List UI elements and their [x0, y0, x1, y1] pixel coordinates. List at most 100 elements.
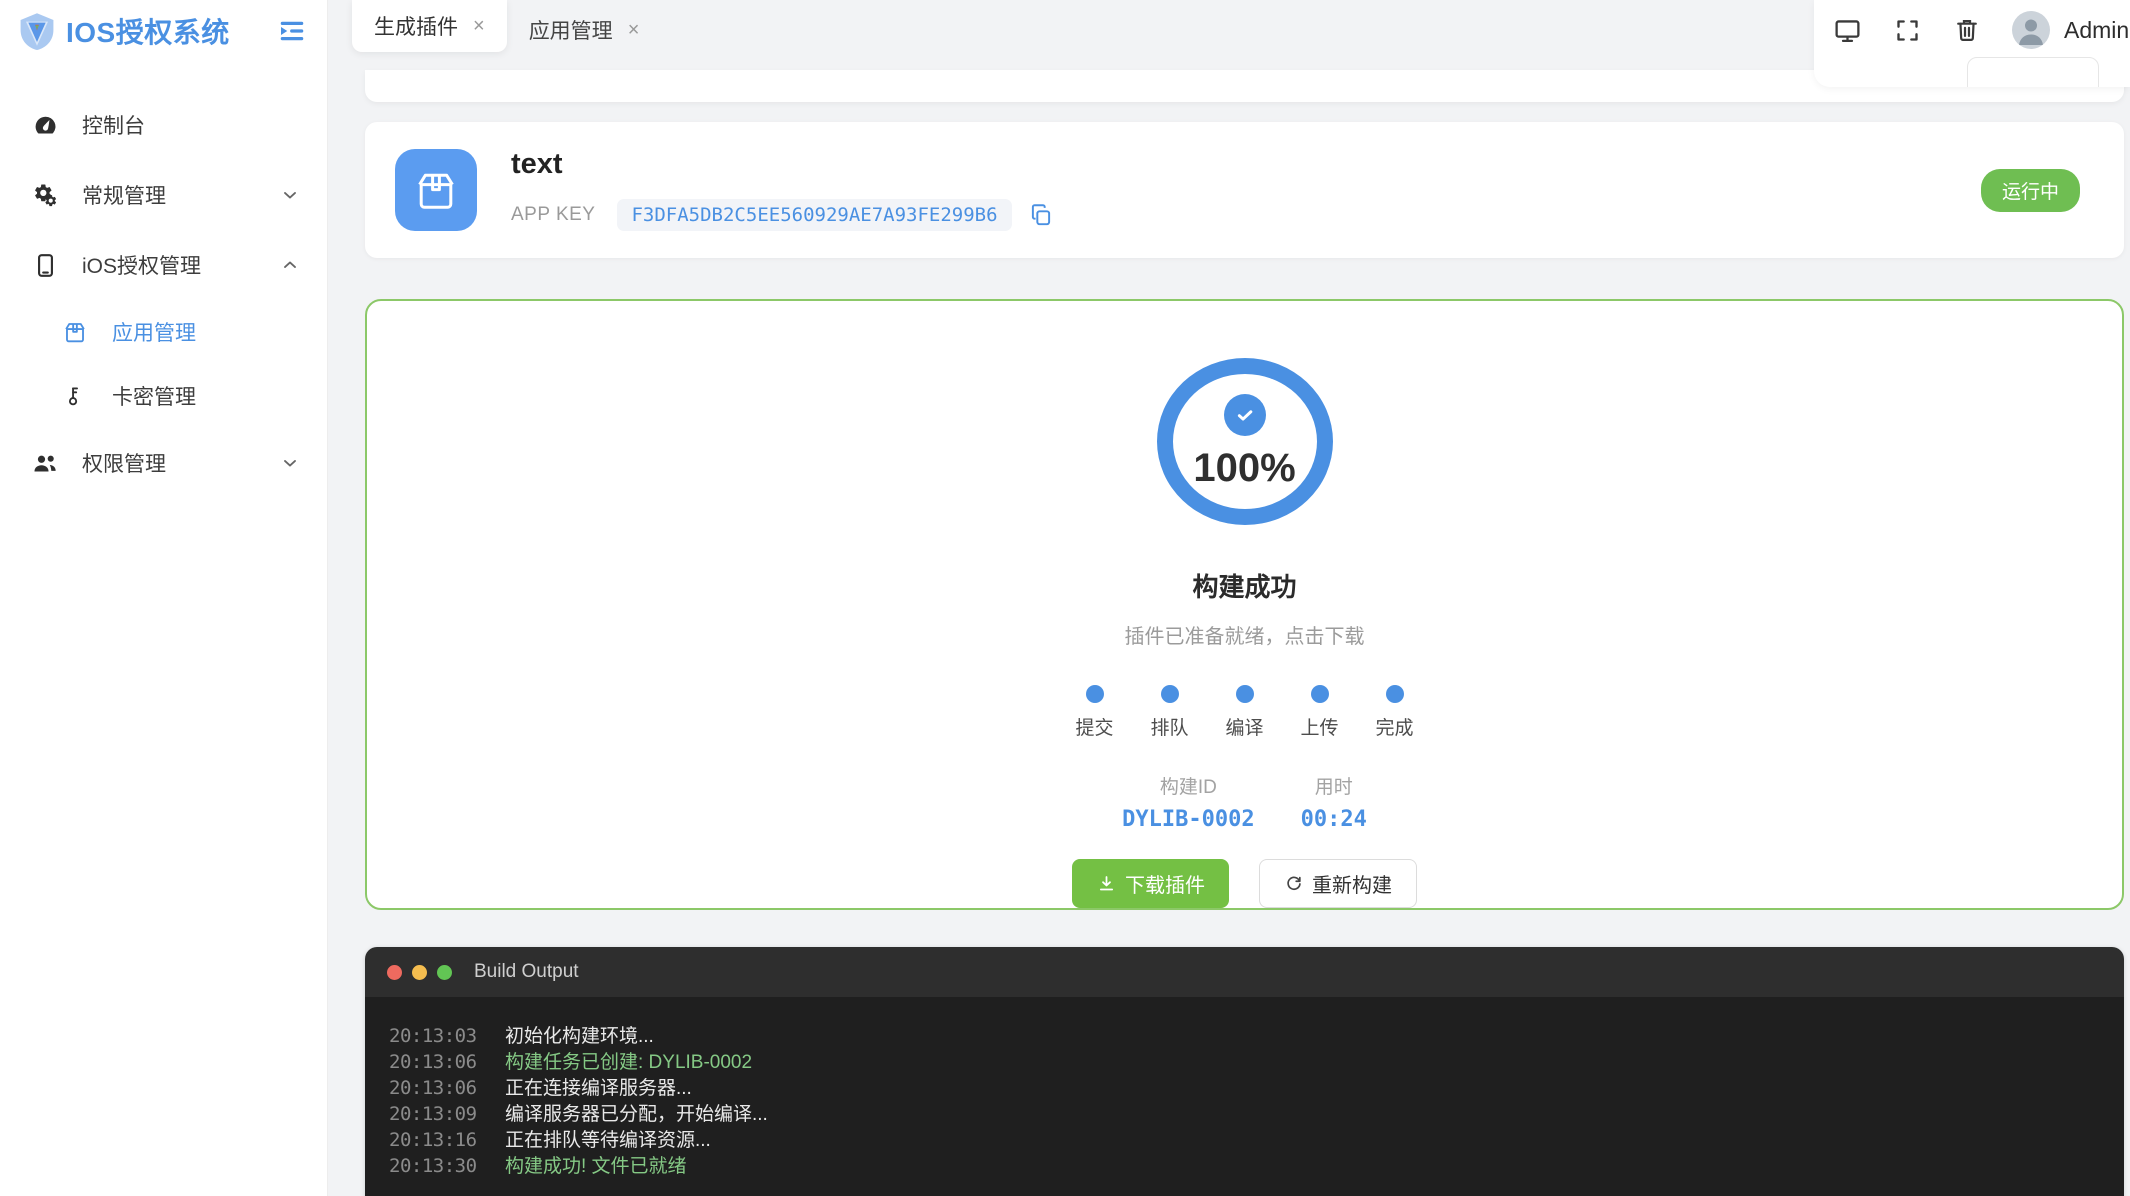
log-line: 20:13:30 构建成功! 文件已就绪	[389, 1151, 2104, 1177]
close-icon[interactable]: ×	[628, 20, 640, 40]
gears-icon	[30, 180, 60, 210]
step-label: 排队	[1150, 718, 1189, 739]
key-icon	[60, 381, 90, 411]
log-text: 正在连接编译服务器...	[505, 1078, 692, 1099]
close-icon[interactable]: ×	[473, 16, 485, 36]
rebuild-button[interactable]: 重新构建	[1259, 859, 1417, 908]
app-key-row: APP KEY F3DFA5DB2C5EE560929AE7A93FE299B6	[511, 198, 1054, 231]
sidebar-item-label: 应用管理	[112, 322, 196, 345]
monitor-icon[interactable]	[1832, 15, 1862, 45]
step-dot-icon	[1385, 685, 1404, 703]
sidebar-item-label: iOS授权管理	[82, 255, 202, 278]
status-badge: 运行中	[1980, 168, 2080, 212]
log-timestamp: 20:13:16	[389, 1129, 477, 1151]
build-meta: 构建ID DYLIB-0002 用时 00:24	[1122, 772, 1367, 832]
sidebar-item-general-management[interactable]: 常规管理	[0, 160, 327, 230]
step-label: 提交	[1075, 718, 1114, 739]
build-step-compile: 编译	[1222, 685, 1268, 740]
box-icon	[60, 317, 90, 347]
sidebar-item-permission-management[interactable]: 权限管理	[0, 428, 327, 498]
terminal-title: Build Output	[474, 961, 579, 982]
duration-block: 用时 00:24	[1301, 772, 1367, 832]
header-actions: Admin	[1814, 0, 2130, 87]
download-button-label: 下载插件	[1125, 875, 1205, 897]
build-id-block: 构建ID DYLIB-0002	[1122, 772, 1254, 832]
copy-icon[interactable]	[1028, 202, 1054, 228]
check-icon	[1223, 394, 1266, 436]
traffic-light-green-icon	[437, 964, 452, 980]
menu-fold-icon[interactable]	[275, 14, 309, 48]
tab-app-management[interactable]: 应用管理 ×	[507, 0, 662, 60]
log-text: 正在排队等待编译资源...	[505, 1130, 711, 1151]
build-step-done: 完成	[1372, 685, 1418, 740]
log-timestamp: 20:13:06	[389, 1051, 477, 1073]
chevron-up-icon	[279, 254, 301, 276]
log-line: 20:13:16 正在排队等待编译资源...	[389, 1125, 2104, 1151]
sidebar-item-dashboard[interactable]: 控制台	[0, 90, 327, 160]
build-steps: 提交 排队 编译 上传 完成	[1072, 685, 1418, 740]
log-timestamp: 20:13:03	[389, 1025, 477, 1047]
build-result-panel: 100% 构建成功 插件已准备就绪，点击下载 提交 排队 编译 上传 完成 构建…	[365, 299, 2124, 910]
log-text: 构建任务已创建: DYLIB-0002	[505, 1052, 753, 1073]
sidebar-item-app-management[interactable]: 应用管理	[0, 300, 327, 364]
trash-icon[interactable]	[1952, 15, 1982, 45]
log-line: 20:13:03 初始化构建环境...	[389, 1021, 2104, 1047]
user-dropdown-panel	[1967, 57, 2099, 87]
duration-label: 用时	[1314, 777, 1353, 798]
step-dot-icon	[1235, 685, 1254, 703]
app-key-value[interactable]: F3DFA5DB2C5EE560929AE7A93FE299B6	[617, 198, 1012, 231]
sidebar-item-label: 卡密管理	[112, 386, 196, 409]
main-area: 生成插件 × 应用管理 × Admin text APP KEY F3DFA5D…	[328, 0, 2130, 1196]
build-id-value: DYLIB-0002	[1122, 807, 1255, 832]
log-text: 构建成功! 文件已就绪	[505, 1156, 687, 1177]
user-name[interactable]: Admin	[2064, 17, 2129, 44]
app-logo-icon	[16, 10, 58, 52]
build-step-submit: 提交	[1072, 685, 1118, 740]
log-line: 20:13:09 编译服务器已分配，开始编译...	[389, 1099, 2104, 1125]
app-info-card: text APP KEY F3DFA5DB2C5EE560929AE7A93FE…	[365, 122, 2124, 258]
terminal-body: 20:13:03 初始化构建环境... 20:13:06 构建任务已创建: DY…	[365, 997, 2124, 1196]
step-label: 编译	[1225, 718, 1264, 739]
chevron-down-icon	[279, 184, 301, 206]
app-key-label: APP KEY	[511, 203, 596, 225]
sidebar-menu: 控制台 常规管理 iOS授权管理 应用管理 卡密管理 权限管理	[0, 62, 327, 498]
download-icon	[1096, 873, 1117, 894]
progress-percent: 100%	[1193, 446, 1296, 490]
tab-label: 生成插件	[374, 16, 458, 39]
dashboard-icon	[30, 110, 60, 140]
mobile-icon	[30, 250, 60, 280]
step-label: 上传	[1300, 718, 1339, 739]
progress-ring: 100%	[1156, 358, 1333, 525]
refresh-icon	[1284, 874, 1304, 894]
build-status-title: 构建成功	[1192, 572, 1297, 602]
duration-value: 00:24	[1300, 807, 1367, 832]
log-line: 20:13:06 构建任务已创建: DYLIB-0002	[389, 1047, 2104, 1073]
avatar[interactable]	[2012, 11, 2050, 49]
step-label: 完成	[1375, 718, 1414, 739]
app-meta: text APP KEY F3DFA5DB2C5EE560929AE7A93FE…	[511, 149, 1054, 231]
build-step-upload: 上传	[1297, 685, 1343, 740]
log-text: 初始化构建环境...	[505, 1026, 654, 1047]
build-output-terminal: Build Output 20:13:03 初始化构建环境... 20:13:0…	[365, 947, 2124, 1196]
sidebar-item-label: 控制台	[82, 115, 145, 138]
build-id-label: 构建ID	[1159, 777, 1217, 798]
log-timestamp: 20:13:30	[389, 1155, 477, 1177]
step-dot-icon	[1085, 685, 1104, 703]
fullscreen-icon[interactable]	[1892, 15, 1922, 45]
sidebar-item-card-key-management[interactable]: 卡密管理	[0, 364, 327, 428]
app-title: IOS授权系统	[66, 17, 230, 48]
chevron-down-icon	[279, 452, 301, 474]
sidebar-item-label: 常规管理	[82, 185, 166, 208]
sidebar-item-ios-auth-management[interactable]: iOS授权管理	[0, 230, 327, 300]
traffic-light-red-icon	[387, 964, 402, 980]
download-plugin-button[interactable]: 下载插件	[1072, 859, 1229, 908]
page-content: text APP KEY F3DFA5DB2C5EE560929AE7A93FE…	[328, 60, 2130, 1196]
build-status-subtitle: 插件已准备就绪，点击下载	[1124, 626, 1365, 648]
users-icon	[30, 448, 60, 478]
rebuild-button-label: 重新构建	[1312, 875, 1392, 897]
app-root: IOS授权系统 控制台 常规管理 iOS授权管理 应用管理 卡密管理 权限管理 …	[0, 0, 2130, 1196]
tab-label: 应用管理	[528, 20, 613, 43]
tab-generate-plugin[interactable]: 生成插件 ×	[352, 0, 507, 52]
log-text: 编译服务器已分配，开始编译...	[505, 1104, 768, 1125]
sidebar-submenu: 应用管理 卡密管理	[0, 300, 327, 428]
